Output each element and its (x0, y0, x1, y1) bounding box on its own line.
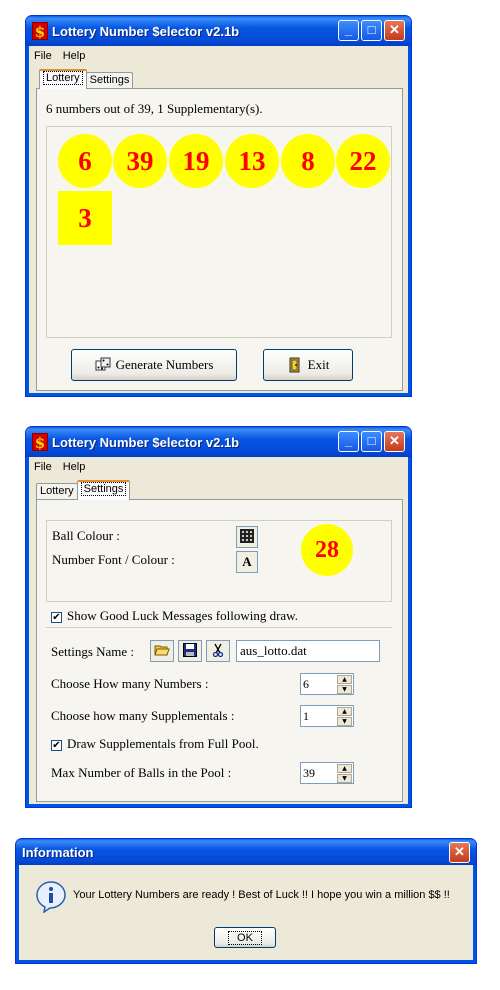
settings-name-input[interactable]: aus_lotto.dat (236, 640, 380, 662)
draw-supp-checkbox[interactable]: ✔ (51, 739, 62, 751)
preview-ball: 28 (301, 524, 353, 576)
lottery-panel: 6 numbers out of 39, 1 Supplementary(s).… (36, 88, 403, 391)
settings-name-label: Settings Name : (51, 644, 135, 659)
menu-help[interactable]: Help (63, 50, 86, 62)
dialog-message: Your Lottery Numbers are ready ! Best of… (73, 889, 450, 901)
lottery-window: $ Lottery Number $elector v2.1b _ □ ✕ Fi… (25, 15, 412, 397)
window-title: Lottery Number $elector v2.1b (52, 434, 240, 450)
show-messages-checkbox[interactable]: ✔ (51, 611, 62, 623)
dollar-icon: $ (32, 433, 48, 452)
ok-button[interactable]: OK (214, 927, 276, 948)
minimize-icon: _ (344, 433, 353, 448)
ball-4: 13 (225, 134, 279, 188)
ball-2: 39 (113, 134, 167, 188)
spin-up-icon[interactable]: ▲ (337, 764, 352, 773)
how-many-supp-label: Choose how many Supplementals : (51, 708, 235, 723)
tab-lottery[interactable]: Lottery (39, 69, 87, 89)
spin-up-icon[interactable]: ▲ (337, 675, 352, 684)
font-colour-button[interactable]: A (236, 551, 258, 573)
minimize-button[interactable]: _ (338, 20, 359, 41)
information-dialog: Information ✕ Your Lottery Numbers are r… (15, 838, 477, 964)
menu-file[interactable]: File (34, 50, 52, 62)
tab-strip: Lottery Settings (39, 69, 134, 89)
minimize-button[interactable]: _ (338, 431, 359, 452)
draw-summary: 6 numbers out of 39, 1 Supplementary(s). (46, 101, 263, 116)
maximize-icon: □ (367, 22, 376, 37)
spin-up-icon[interactable]: ▲ (337, 707, 352, 716)
title-bar[interactable]: $ Lottery Number $elector v2.1b _ □ ✕ (26, 16, 411, 46)
generate-label: Generate Numbers (115, 357, 214, 372)
window-title: Lottery Number $elector v2.1b (52, 23, 240, 39)
close-icon: ✕ (389, 433, 400, 448)
menu-bar: File Help (30, 47, 407, 65)
max-balls-spinner[interactable]: 39 ▲ ▼ (300, 762, 354, 784)
supplementary-ball: 3 (58, 191, 112, 245)
maximize-icon: □ (367, 433, 376, 448)
close-icon: ✕ (389, 22, 400, 37)
draw-supp-row[interactable]: ✔ Draw Supplementals from Full Pool. (51, 736, 259, 752)
ball-1: 6 (58, 134, 112, 188)
appearance-group: Ball Colour : Number Font / Colour : A 2… (46, 520, 392, 602)
balls-area: 6 39 19 13 8 22 3 (46, 126, 392, 338)
how-many-numbers-label: Choose How many Numbers : (51, 676, 209, 691)
how-many-numbers-spinner[interactable]: 6 ▲ ▼ (300, 673, 354, 695)
draw-supp-label: Draw Supplementals from Full Pool. (67, 736, 259, 751)
ball-5: 8 (281, 134, 335, 188)
show-messages-row[interactable]: ✔ Show Good Luck Messages following draw. (51, 608, 298, 624)
max-balls-label: Max Number of Balls in the Pool : (51, 765, 232, 780)
show-messages-label: Show Good Luck Messages following draw. (67, 608, 298, 623)
close-button[interactable]: ✕ (384, 20, 405, 41)
tab-strip: Lottery Settings (36, 480, 131, 500)
ball-colour-button[interactable] (236, 526, 258, 548)
exit-button[interactable]: Exit (263, 349, 353, 381)
spin-down-icon[interactable]: ▼ (337, 774, 352, 783)
scissors-icon (212, 643, 224, 660)
exit-label: Exit (307, 357, 330, 372)
spin-down-icon[interactable]: ▼ (337, 717, 352, 726)
ball-6: 22 (336, 134, 390, 188)
close-button[interactable]: ✕ (449, 842, 470, 863)
ball-colour-label: Ball Colour : (52, 528, 120, 543)
how-many-supp-spinner[interactable]: 1 ▲ ▼ (300, 705, 354, 727)
info-icon (36, 881, 66, 914)
title-bar[interactable]: $ Lottery Number $elector v2.1b _ □ ✕ (26, 427, 411, 457)
maximize-button[interactable]: □ (361, 20, 382, 41)
generate-numbers-button[interactable]: Generate Numbers (71, 349, 237, 381)
ball-3: 19 (169, 134, 223, 188)
close-button[interactable]: ✕ (384, 431, 405, 452)
menu-file[interactable]: File (34, 461, 52, 473)
maximize-button[interactable]: □ (361, 431, 382, 452)
menu-bar: File Help (30, 458, 407, 476)
floppy-save-icon (183, 642, 197, 660)
cut-settings-button[interactable] (206, 640, 230, 662)
tab-settings[interactable]: Settings (85, 72, 134, 89)
dice-icon (95, 357, 111, 373)
tab-lottery[interactable]: Lottery (36, 483, 78, 500)
menu-help[interactable]: Help (63, 461, 86, 473)
settings-window: $ Lottery Number $elector v2.1b _ □ ✕ Fi… (25, 426, 412, 808)
ok-label: OK (228, 930, 262, 945)
dollar-icon: $ (32, 22, 48, 41)
how-many-supp-value: 1 (303, 709, 309, 723)
close-icon: ✕ (454, 844, 465, 859)
save-file-button[interactable] (178, 640, 202, 662)
max-balls-value: 39 (303, 766, 315, 780)
door-exit-icon (287, 357, 303, 373)
spin-down-icon[interactable]: ▼ (337, 685, 352, 694)
settings-panel: Ball Colour : Number Font / Colour : A 2… (36, 499, 403, 802)
font-colour-label: Number Font / Colour : (52, 552, 175, 567)
title-bar[interactable]: Information ✕ (16, 839, 476, 865)
how-many-numbers-value: 6 (303, 677, 309, 691)
dialog-title: Information (22, 844, 94, 860)
color-grid-icon (240, 528, 254, 546)
minimize-icon: _ (344, 22, 353, 37)
tab-settings[interactable]: Settings (76, 480, 131, 500)
open-file-button[interactable] (150, 640, 174, 662)
font-a-icon: A (242, 554, 252, 569)
folder-open-icon (154, 643, 170, 660)
